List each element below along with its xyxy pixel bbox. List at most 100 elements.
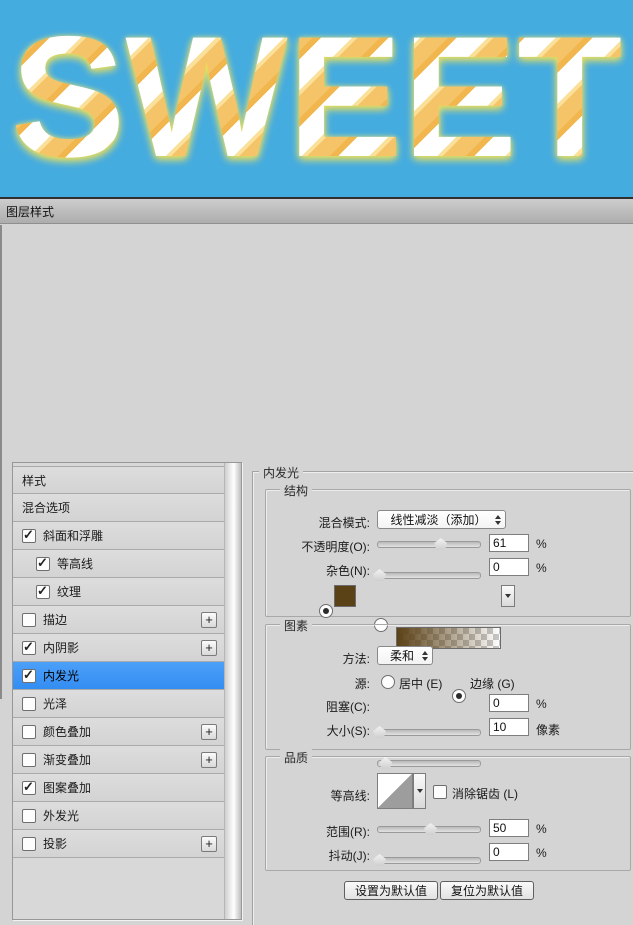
- technique-select[interactable]: 柔和: [377, 646, 433, 665]
- effect-checkbox[interactable]: [22, 724, 36, 739]
- sidebar-item[interactable]: 投影 +: [13, 830, 224, 858]
- opacity-label: 不透明度(O):: [301, 540, 370, 554]
- noise-label: 杂色(N):: [326, 564, 370, 578]
- stepper-arrows-icon: [422, 650, 428, 661]
- source-center-label: 居中 (E): [399, 677, 443, 691]
- opacity-slider-thumb[interactable]: [434, 538, 448, 550]
- effect-checkbox[interactable]: [22, 612, 36, 627]
- dialog-title: 图层样式: [6, 204, 55, 219]
- dialog-titlebar[interactable]: 图层样式: [0, 199, 633, 224]
- choke-slider[interactable]: [373, 726, 481, 738]
- blend-mode-label: 混合模式:: [318, 516, 370, 530]
- sidebar-item[interactable]: 斜面和浮雕: [13, 522, 224, 550]
- source-label: 源:: [354, 677, 370, 691]
- sidebar-item-label: 图案叠加: [43, 781, 92, 795]
- banner: SWEET: [0, 0, 633, 199]
- quality-group: 品质 等高线: 消除锯齿 (L) 范围(R): % 抖动(J): %: [265, 749, 631, 871]
- effect-checkbox[interactable]: [36, 583, 50, 599]
- banner-text: SWEET: [10, 0, 623, 193]
- noise-input[interactable]: [489, 558, 529, 576]
- sidebar-item[interactable]: 渐变叠加 +: [13, 746, 224, 774]
- sidebar-item[interactable]: 描边 +: [13, 606, 224, 634]
- jitter-slider-thumb[interactable]: [373, 854, 387, 866]
- contour-thumbnail[interactable]: [377, 773, 413, 809]
- styles-list-scrollbar[interactable]: [224, 463, 241, 919]
- sidebar-item[interactable]: 等高线: [13, 550, 224, 578]
- sidebar-item-label: 内阴影: [43, 641, 80, 655]
- add-effect-button[interactable]: +: [201, 723, 217, 740]
- opacity-suffix: %: [536, 537, 547, 551]
- sidebar-item[interactable]: 纹理: [13, 578, 224, 606]
- inner-glow-panel: 内发光 结构 混合模式: 线性减淡（添加） 不透明度(O): % 杂色(N):: [252, 464, 633, 925]
- opacity-input[interactable]: [489, 534, 529, 552]
- contour-label: 等高线:: [330, 789, 370, 803]
- add-effect-button[interactable]: +: [201, 639, 217, 656]
- sidebar-item-label: 渐变叠加: [43, 753, 92, 767]
- jitter-input[interactable]: [489, 843, 529, 861]
- opacity-slider[interactable]: [377, 538, 481, 550]
- sidebar-item[interactable]: 外发光: [13, 802, 224, 830]
- blend-mode-value: 线性减淡（添加）: [390, 513, 487, 527]
- gradient-picker-arrow[interactable]: [501, 585, 515, 607]
- source-edge-radio[interactable]: [452, 689, 466, 703]
- effect-checkbox[interactable]: [36, 555, 50, 571]
- effect-checkbox[interactable]: [22, 667, 36, 683]
- sidebar-item-label: 光泽: [43, 697, 68, 711]
- range-slider[interactable]: [377, 823, 481, 835]
- sidebar-item[interactable]: 颜色叠加 +: [13, 718, 224, 746]
- sidebar-item-label: 投影: [43, 837, 68, 851]
- size-input[interactable]: [489, 718, 529, 736]
- effect-checkbox[interactable]: [22, 527, 36, 543]
- stepper-arrows-icon: [495, 514, 501, 525]
- sidebar-item[interactable]: 混合选项: [13, 494, 224, 522]
- sidebar-item-label: 颜色叠加: [43, 725, 92, 739]
- noise-slider-thumb[interactable]: [373, 569, 387, 581]
- contour-picker-arrow[interactable]: [413, 773, 426, 809]
- sidebar-item-label: 描边: [43, 613, 68, 627]
- source-edge-label: 边缘 (G): [470, 677, 515, 691]
- sidebar-item[interactable]: 内阴影 +: [13, 634, 224, 662]
- styles-list-panel: 样式混合选项斜面和浮雕等高线纹理描边 + 内阴影 + 内发光光泽颜色叠加 + 渐变叠加 + 图案…: [12, 462, 242, 920]
- sidebar-item-label: 外发光: [43, 809, 80, 823]
- blend-mode-select[interactable]: 线性减淡（添加）: [377, 510, 506, 529]
- range-slider-thumb[interactable]: [424, 823, 438, 835]
- add-effect-button[interactable]: +: [201, 751, 217, 768]
- sidebar-item[interactable]: 光泽: [13, 690, 224, 718]
- effect-checkbox[interactable]: [22, 639, 36, 655]
- effect-checkbox[interactable]: [22, 752, 36, 767]
- effect-checkbox[interactable]: [22, 836, 36, 851]
- noise-slider[interactable]: [373, 569, 481, 581]
- noise-suffix: %: [536, 561, 547, 575]
- reset-default-button[interactable]: 复位为默认值: [440, 881, 535, 900]
- jitter-label: 抖动(J):: [328, 849, 370, 863]
- source-center-radio[interactable]: [381, 675, 395, 689]
- add-effect-button[interactable]: +: [201, 611, 217, 628]
- jitter-slider[interactable]: [373, 854, 481, 866]
- range-suffix: %: [536, 822, 547, 836]
- jitter-suffix: %: [536, 846, 547, 860]
- effect-checkbox[interactable]: [22, 808, 36, 823]
- add-effect-button[interactable]: +: [201, 835, 217, 852]
- sidebar-item-label: 内发光: [43, 669, 80, 683]
- choke-input[interactable]: [489, 694, 529, 712]
- technique-label: 方法:: [342, 652, 370, 666]
- antialias-checkbox[interactable]: [433, 785, 447, 799]
- choke-suffix: %: [536, 697, 547, 711]
- elements-group: 图素 方法: 柔和 源: 居中 (E) 边缘 (G) 阻塞(C): % 大小(S…: [265, 617, 631, 769]
- range-input[interactable]: [489, 819, 529, 837]
- choke-slider-thumb[interactable]: [373, 726, 387, 738]
- sidebar-item-label: 混合选项: [22, 501, 71, 515]
- structure-legend: 结构: [280, 482, 313, 499]
- effect-checkbox[interactable]: [22, 779, 36, 795]
- antialias-label: 消除锯齿 (L): [452, 787, 519, 801]
- glow-color-swatch[interactable]: [334, 585, 356, 607]
- sidebar-item[interactable]: 内发光: [13, 662, 224, 690]
- sidebar-item[interactable]: 样式: [13, 466, 224, 494]
- size-label: 大小(S):: [326, 724, 370, 738]
- sidebar-item-label: 斜面和浮雕: [43, 529, 104, 543]
- sidebar-item[interactable]: 图案叠加: [13, 774, 224, 802]
- make-default-button[interactable]: 设置为默认值: [344, 881, 439, 900]
- panel-legend: 内发光: [259, 464, 304, 481]
- sidebar-item-label: 样式: [22, 473, 47, 488]
- color-radio[interactable]: [319, 604, 333, 618]
